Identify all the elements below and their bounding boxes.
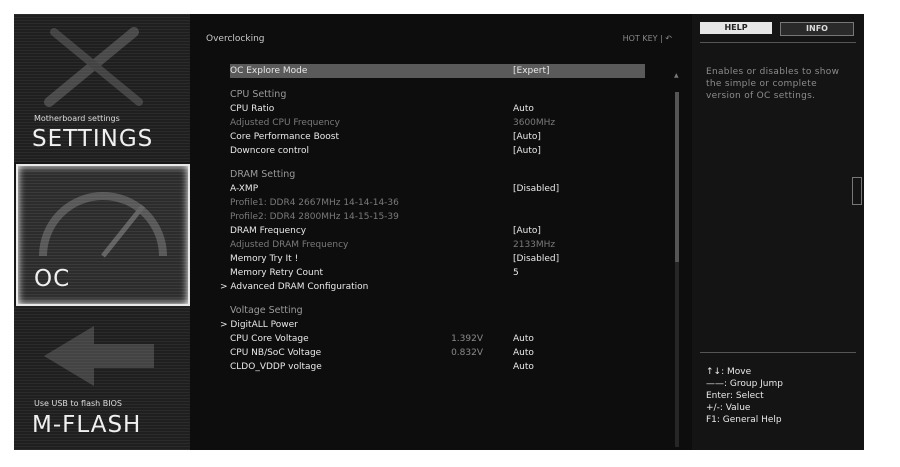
setting-label: CPU Setting bbox=[230, 89, 287, 100]
setting-value[interactable]: Auto bbox=[513, 332, 534, 346]
help-scrollbar[interactable] bbox=[852, 177, 862, 205]
help-divider-top bbox=[700, 42, 856, 43]
setting-label: DRAM Frequency bbox=[230, 226, 307, 236]
tools-icon bbox=[44, 27, 143, 107]
help-tabs: HELP INFO bbox=[700, 22, 858, 36]
settings-panel: Overclocking HOT KEY | ↶ ▲ OC Explore Mo… bbox=[190, 14, 692, 450]
setting-label: CLDO_VDDP voltage bbox=[230, 362, 322, 372]
setting-label: > Advanced DRAM Configuration bbox=[220, 282, 369, 292]
settings-title: SETTINGS bbox=[32, 126, 154, 152]
setting-label: Adjusted CPU Frequency bbox=[230, 118, 340, 128]
tab-info[interactable]: INFO bbox=[780, 22, 854, 36]
setting-label: Memory Retry Count bbox=[230, 268, 323, 278]
setting-row[interactable]: DRAM Frequency [Auto] bbox=[230, 224, 645, 238]
help-text: Enables or disables to show the simple o… bbox=[706, 67, 840, 101]
key-legend: ↑↓: Move ——: Group Jump Enter: Select +/-: … bbox=[706, 366, 783, 426]
setting-value[interactable]: [Auto] bbox=[513, 144, 541, 158]
key-legend-item: ——: Group Jump bbox=[706, 379, 783, 389]
setting-label: Downcore control bbox=[230, 146, 310, 156]
scroll-up-icon[interactable]: ▲ bbox=[674, 72, 679, 79]
setting-label: CPU Ratio bbox=[230, 104, 275, 114]
setting-row: Adjusted CPU Frequency 3600MHz bbox=[230, 116, 645, 130]
setting-row[interactable]: CPU NB/SoC Voltage 0.832V Auto bbox=[230, 346, 645, 360]
key-legend-item: F1: General Help bbox=[706, 415, 782, 425]
setting-current-value: 0.832V bbox=[451, 348, 483, 358]
setting-row[interactable]: OC Explore Mode [Expert] bbox=[230, 64, 645, 78]
setting-value[interactable]: [Auto] bbox=[513, 130, 541, 144]
setting-label: Profile1: DDR4 2667MHz 14-14-14-36 bbox=[230, 198, 399, 208]
setting-label: DRAM Setting bbox=[230, 169, 296, 180]
section-header: DRAM Setting bbox=[230, 168, 645, 182]
setting-value[interactable]: [Auto] bbox=[513, 224, 541, 238]
section-header: CPU Setting bbox=[230, 88, 645, 102]
usb-arrow-icon bbox=[44, 326, 154, 386]
setting-value[interactable]: Auto bbox=[513, 102, 534, 116]
setting-row[interactable]: Downcore control [Auto] bbox=[230, 144, 645, 158]
setting-label: Memory Try It ! bbox=[230, 254, 299, 264]
setting-current-value: 1.392V bbox=[451, 334, 483, 344]
setting-value[interactable]: [Expert] bbox=[513, 64, 550, 78]
scrollbar[interactable] bbox=[675, 92, 679, 447]
section-header: Voltage Setting bbox=[230, 304, 645, 318]
setting-label: CPU NB/SoC Voltage bbox=[230, 348, 322, 358]
setting-row[interactable]: CLDO_VDDP voltage Auto bbox=[230, 360, 645, 374]
setting-row: Profile2: DDR4 2800MHz 14-15-15-39 bbox=[230, 210, 645, 224]
setting-label: OC Explore Mode bbox=[230, 66, 308, 76]
setting-row[interactable]: Memory Try It ! [Disabled] bbox=[230, 252, 645, 266]
setting-label: > DigitALL Power bbox=[220, 320, 298, 330]
setting-row[interactable]: CPU Ratio Auto bbox=[230, 102, 645, 116]
menu-mflash[interactable]: Use USB to flash BIOS M-FLASH bbox=[14, 306, 190, 450]
setting-row[interactable]: Core Performance Boost [Auto] bbox=[230, 130, 645, 144]
tab-help[interactable]: HELP bbox=[700, 22, 772, 34]
menu-settings[interactable]: Motherboard settings SETTINGS bbox=[14, 14, 190, 162]
setting-row[interactable]: Memory Retry Count 5 bbox=[230, 266, 645, 280]
setting-value[interactable]: [Disabled] bbox=[513, 182, 559, 196]
setting-value[interactable]: 5 bbox=[513, 266, 519, 280]
help-panel: HELP INFO Enables or disables to show th… bbox=[692, 14, 864, 450]
setting-label: A-XMP bbox=[230, 184, 259, 194]
breadcrumb: Overclocking bbox=[206, 34, 265, 44]
setting-value: 3600MHz bbox=[513, 118, 556, 128]
setting-row: Profile1: DDR4 2667MHz 14-14-14-36 bbox=[230, 196, 645, 210]
setting-label: Voltage Setting bbox=[230, 305, 303, 316]
gauge-icon bbox=[39, 192, 167, 258]
scrollbar-thumb[interactable] bbox=[675, 92, 679, 262]
bios-window: Motherboard settings SETTINGS OC Use USB… bbox=[14, 14, 864, 450]
setting-value: 2133MHz bbox=[513, 240, 556, 250]
setting-label: CPU Core Voltage bbox=[230, 334, 309, 344]
setting-row: Adjusted DRAM Frequency 2133MHz bbox=[230, 238, 645, 252]
oc-title: OC bbox=[34, 266, 71, 292]
setting-row[interactable]: > Advanced DRAM Configuration bbox=[220, 280, 645, 294]
setting-value[interactable]: [Disabled] bbox=[513, 252, 559, 266]
hotkey-indicator[interactable]: HOT KEY | ↶ bbox=[623, 34, 672, 43]
setting-label: Core Performance Boost bbox=[230, 132, 339, 142]
mflash-caption: Use USB to flash BIOS bbox=[34, 399, 122, 408]
setting-row[interactable]: > DigitALL Power bbox=[220, 318, 645, 332]
key-legend-item: Enter: Select bbox=[706, 391, 764, 401]
setting-value[interactable]: Auto bbox=[513, 360, 534, 374]
left-menu: Motherboard settings SETTINGS OC Use USB… bbox=[14, 14, 190, 450]
key-legend-item: ↑↓: Move bbox=[706, 367, 752, 377]
help-divider-bottom bbox=[700, 352, 856, 353]
mflash-title: M-FLASH bbox=[32, 412, 142, 438]
setting-row[interactable]: CPU Core Voltage 1.392V Auto bbox=[230, 332, 645, 346]
setting-row[interactable]: A-XMP [Disabled] bbox=[230, 182, 645, 196]
menu-oc[interactable]: OC bbox=[16, 164, 190, 306]
settings-caption: Motherboard settings bbox=[34, 114, 120, 123]
setting-label: Profile2: DDR4 2800MHz 14-15-15-39 bbox=[230, 212, 399, 222]
setting-label: Adjusted DRAM Frequency bbox=[230, 240, 349, 250]
setting-value[interactable]: Auto bbox=[513, 346, 534, 360]
key-legend-item: +/-: Value bbox=[706, 403, 751, 413]
